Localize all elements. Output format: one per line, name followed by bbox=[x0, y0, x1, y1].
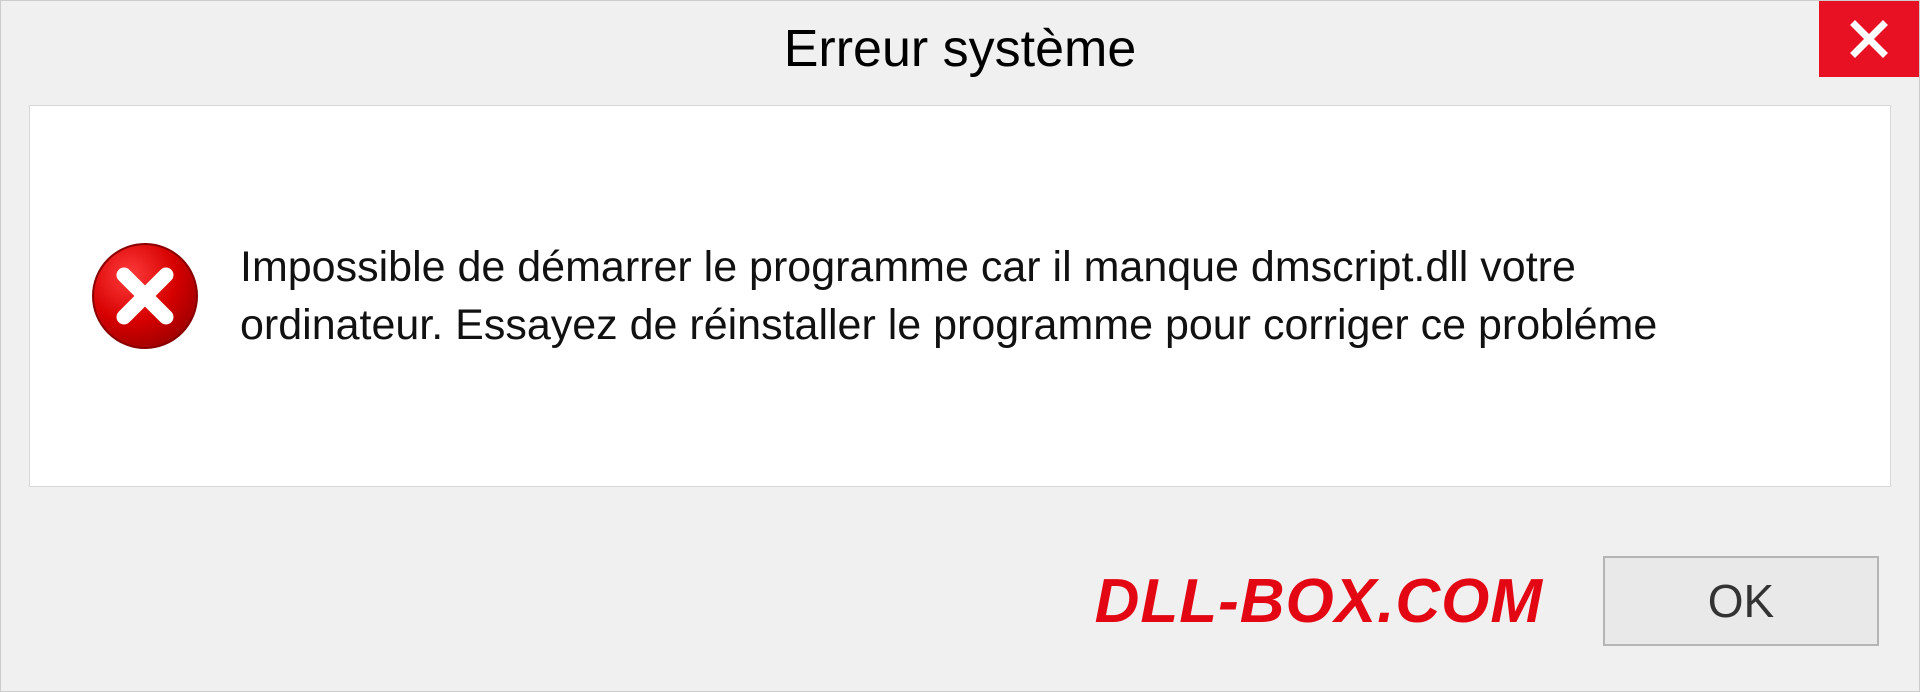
content-panel: Impossible de démarrer le programme car … bbox=[29, 105, 1891, 487]
ok-button[interactable]: OK bbox=[1603, 556, 1879, 646]
error-message: Impossible de démarrer le programme car … bbox=[240, 238, 1760, 354]
close-button[interactable] bbox=[1819, 1, 1919, 77]
brand-watermark: DLL-BOX.COM bbox=[1095, 566, 1543, 637]
dialog-footer: DLL-BOX.COM OK bbox=[1, 511, 1919, 691]
error-icon bbox=[90, 241, 200, 351]
dialog-title: Erreur système bbox=[784, 19, 1137, 79]
close-icon bbox=[1849, 19, 1889, 59]
titlebar: Erreur système bbox=[1, 1, 1919, 97]
error-dialog: Erreur système Im bbox=[0, 0, 1920, 692]
ok-button-label: OK bbox=[1708, 574, 1774, 628]
